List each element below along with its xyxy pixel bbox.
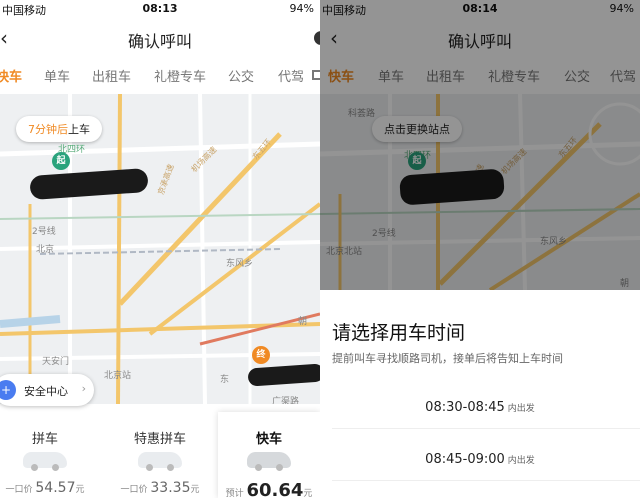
pickup-eta-pill[interactable]: 7分钟后上车 bbox=[16, 116, 102, 142]
map-label-tiananmen: 天安门 bbox=[42, 357, 70, 367]
page-title: 确认呼叫 bbox=[127, 32, 192, 51]
tab-bus[interactable]: 公交 bbox=[228, 66, 254, 85]
safety-icon: + bbox=[0, 380, 16, 400]
tab-taxi[interactable]: 出租车 bbox=[92, 66, 131, 85]
fare-card-carpool[interactable]: 拼车 一口价 54.57元 bbox=[0, 412, 104, 498]
fare-price: 预计 60.64元 bbox=[225, 480, 313, 498]
fare-name: 拼车 bbox=[31, 432, 58, 447]
nav-bar: ‹ 确认呼叫 bbox=[0, 18, 320, 58]
safety-center-label: 安全中心 bbox=[24, 385, 68, 398]
tab-express[interactable]: 快车 bbox=[0, 66, 22, 85]
map-label-beijing: 北京 bbox=[36, 245, 55, 255]
map-label-dongfeng: 东风乡 bbox=[226, 259, 254, 269]
divider bbox=[332, 480, 640, 481]
sheet-subtitle: 提前叫车寻找顺路司机，接单后将告知上车时间 bbox=[332, 352, 563, 365]
map-view[interactable]: 7分钟后上车 北四环 东五环 机场高速 京承高速 起 北京 2号线 东风乡 朝 … bbox=[0, 94, 320, 404]
end-pin-icon[interactable]: 终 bbox=[252, 346, 270, 364]
car-icon bbox=[247, 452, 291, 471]
divider bbox=[332, 428, 640, 429]
tab-premier[interactable]: 礼橙专车 bbox=[154, 66, 206, 85]
more-tabs-icon[interactable] bbox=[312, 70, 320, 80]
ride-type-tabs: 快车 单车 出租车 礼橙专车 公交 代驾 bbox=[0, 58, 320, 92]
dim-overlay[interactable] bbox=[320, 0, 640, 290]
pickup-suffix: 上车 bbox=[68, 123, 90, 136]
time-slot-option[interactable]: 08:45-09:00 内出发 bbox=[320, 448, 640, 467]
fare-options: 拼车 一口价 54.57元 特惠拼车 一口价 33.35元 快车 预计 60.6… bbox=[0, 412, 320, 498]
fare-name: 快车 bbox=[255, 432, 282, 447]
status-bar: 中国移动 08:13 94% bbox=[0, 0, 320, 18]
sheet-title: 请选择用车时间 bbox=[332, 322, 466, 344]
right-screen: 中国移动 08:14 94% ‹ 确认呼叫 快车 单车 出租车 礼橙专车 公交 … bbox=[320, 0, 640, 498]
fare-card-express[interactable]: 快车 预计 60.64元 bbox=[218, 412, 320, 498]
fare-price: 一口价 33.35元 bbox=[120, 480, 200, 496]
chevron-right-icon: › bbox=[81, 382, 86, 395]
map-label-chao: 朝 bbox=[298, 317, 308, 327]
pickup-minutes: 7分钟后 bbox=[28, 123, 68, 136]
fare-card-discount-carpool[interactable]: 特惠拼车 一口价 33.35元 bbox=[104, 412, 216, 498]
car-icon bbox=[138, 452, 182, 471]
car-icon bbox=[23, 452, 67, 471]
safety-center-button[interactable]: + 安全中心 › bbox=[0, 374, 94, 406]
map-label-line-2: 2号线 bbox=[32, 227, 56, 237]
battery-label: 94% bbox=[289, 2, 314, 15]
time-slot-option[interactable]: 08:30-08:45 内出发 bbox=[320, 396, 640, 415]
clock: 08:13 bbox=[142, 2, 178, 15]
map-label-dong: 东 bbox=[220, 375, 230, 385]
map-label-station: 北京站 bbox=[104, 371, 132, 381]
fare-price: 一口价 54.57元 bbox=[5, 480, 85, 496]
departure-time-sheet: 请选择用车时间 提前叫车寻找顺路司机，接单后将告知上车时间 08:30-08:4… bbox=[320, 290, 640, 498]
fare-name: 特惠拼车 bbox=[133, 432, 186, 447]
left-screen: 中国移动 08:13 94% ‹ 确认呼叫 快车 单车 出租车 礼橙专车 公交 … bbox=[0, 0, 320, 498]
tab-bike[interactable]: 单车 bbox=[44, 66, 70, 85]
tab-driver[interactable]: 代驾 bbox=[278, 66, 304, 85]
start-pin-icon[interactable]: 起 bbox=[52, 152, 70, 170]
map-label-guangqu: 广渠路 bbox=[272, 397, 300, 404]
